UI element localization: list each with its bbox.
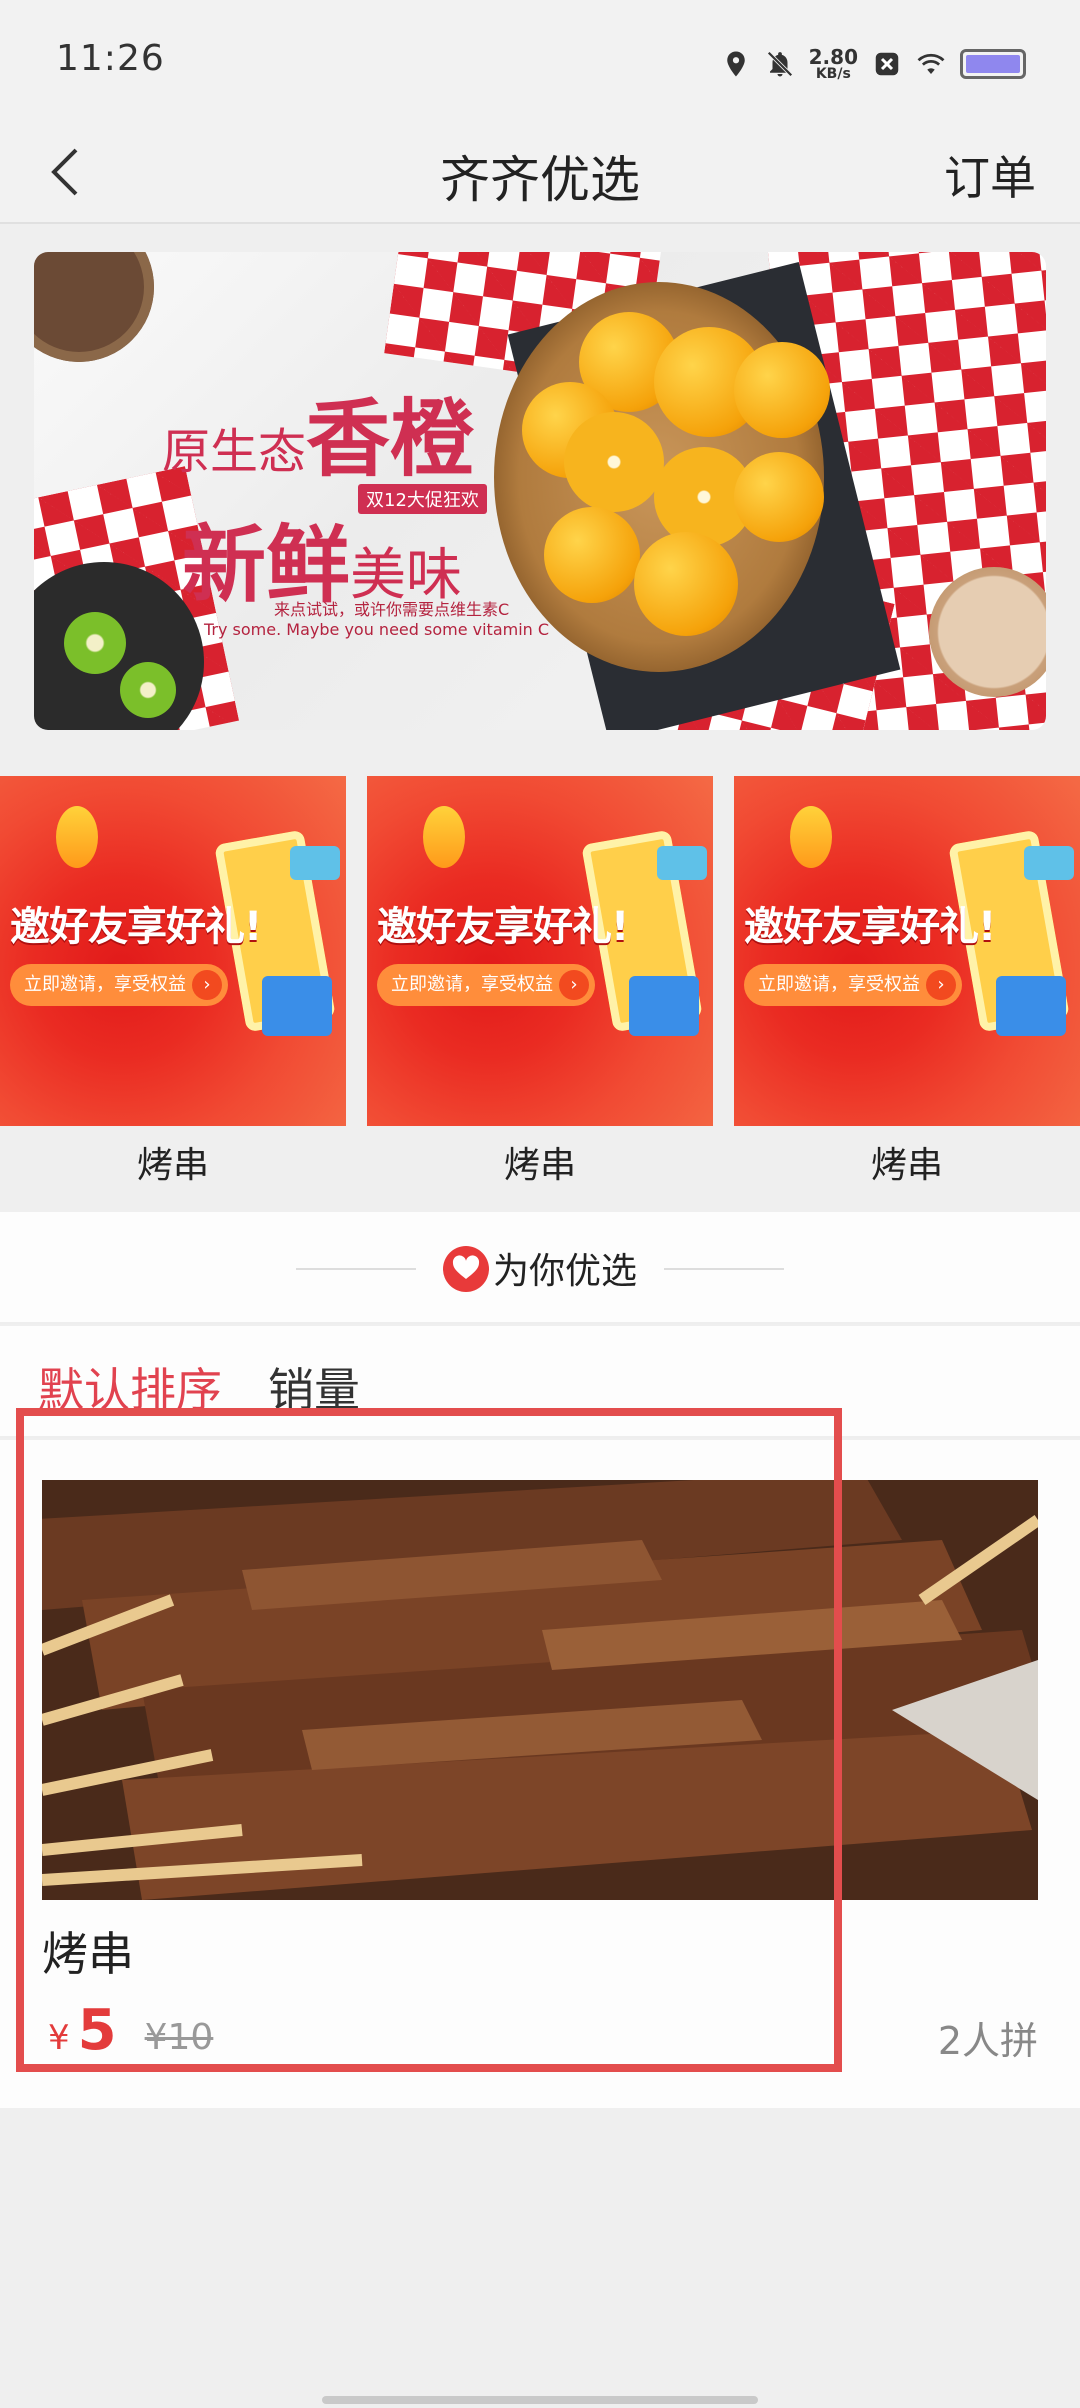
promo-headline: 邀好友享好礼!	[744, 904, 996, 950]
sort-tabs: 默认排序 销量	[0, 1326, 1080, 1438]
section-divider-right	[664, 1268, 784, 1270]
promo-speech-bubble	[657, 846, 707, 880]
banner-headline-1: 原生态香橙	[162, 372, 474, 493]
banner-orange-3	[734, 342, 830, 438]
status-icons: 2.80 KB/s	[721, 40, 1026, 88]
original-price: ¥10	[144, 2017, 214, 2058]
promo-image: 邀好友享好礼! 立即邀请，享受权益 ›	[367, 776, 713, 1126]
status-bar: 11:26 2.80 KB/s	[0, 0, 1080, 120]
promo-balloon	[56, 806, 98, 868]
banner-orange-5	[734, 452, 824, 542]
home-indicator[interactable]	[322, 2396, 758, 2404]
promo-image: 邀好友享好礼! 立即邀请，享受权益 ›	[734, 776, 1080, 1126]
promo-row: 邀好友享好礼! 立即邀请，享受权益 › 烤串 邀好友享好礼! 立即邀请，享受权益…	[0, 776, 1080, 1212]
promo-card-3[interactable]: 邀好友享好礼! 立即邀请，享受权益 › 烤串	[734, 776, 1080, 1196]
promo-pill: 立即邀请，享受权益 ›	[10, 964, 228, 1006]
tab-default-sort[interactable]: 默认排序	[38, 1354, 222, 1420]
promo-cart-illustration	[629, 976, 699, 1036]
section-title: 为你优选	[0, 1242, 1080, 1296]
banner-mushroom-plate	[34, 252, 154, 362]
location-icon	[726, 51, 745, 77]
hero-banner[interactable]: 原生态香橙 双12大促狂欢 新鲜美味 来点试试，或许你需要点维生素C Try s…	[34, 252, 1046, 730]
page-title: 齐齐优选	[440, 151, 640, 209]
net-speed-unit: KB/s	[815, 66, 851, 82]
promo-pill-text: 立即邀请，享受权益	[24, 974, 186, 995]
banner-subtitle-en: Try some. Maybe you need some vitamin C	[204, 620, 550, 639]
banner-orange-half-1	[564, 412, 664, 512]
chevron-right-icon: ›	[192, 970, 222, 1000]
promo-headline: 邀好友享好礼!	[10, 904, 262, 950]
net-speed: 2.80 KB/s	[809, 47, 858, 81]
promo-label: 烤串	[136, 1145, 209, 1186]
promo-pill: 立即邀请，享受权益 ›	[744, 964, 962, 1006]
price-row: ¥ 5 ¥10	[48, 1998, 213, 2063]
section-header: 为你优选	[0, 1212, 1080, 1324]
promo-balloon	[790, 806, 832, 868]
orders-link[interactable]: 订单	[944, 142, 1036, 208]
promo-image: 邀好友享好礼! 立即邀请，享受权益 ›	[0, 776, 346, 1126]
app-header: 齐齐优选 订单	[0, 120, 1080, 224]
promo-card-2[interactable]: 邀好友享好礼! 立即邀请，享受权益 › 烤串	[367, 776, 713, 1196]
status-time: 11:26	[56, 38, 165, 79]
wifi-icon	[917, 53, 945, 74]
banner-kiwi-slice	[64, 612, 126, 674]
price-currency: ¥	[48, 2018, 70, 2058]
chevron-right-icon: ›	[926, 970, 956, 1000]
banner-orange-7	[634, 532, 738, 636]
promo-balloon	[423, 806, 465, 868]
heart-icon	[442, 1246, 489, 1292]
promo-pill-text: 立即邀请，享受权益	[758, 974, 920, 995]
promo-speech-bubble	[1024, 846, 1074, 880]
promo-headline: 邀好友享好礼!	[377, 904, 629, 950]
promo-card-1[interactable]: 邀好友享好礼! 立即邀请，享受权益 › 烤串	[0, 776, 346, 1196]
banner-line1-small: 原生态	[162, 424, 307, 480]
banner-subtitle-cn: 来点试试，或许你需要点维生素C	[274, 600, 510, 619]
mute-icon	[767, 51, 793, 77]
promo-pill: 立即邀请，享受权益 ›	[377, 964, 595, 1006]
section-title-text: 为你优选	[492, 1251, 637, 1292]
chevron-right-icon: ›	[559, 970, 589, 1000]
battery-icon	[960, 49, 1026, 79]
promo-speech-bubble	[290, 846, 340, 880]
skewers-illustration	[42, 1480, 1038, 1900]
group-count: 2人拼	[937, 2019, 1038, 2063]
close-badge-icon	[875, 52, 899, 76]
promo-cart-illustration	[996, 976, 1066, 1036]
price-value: 5	[77, 1998, 117, 2063]
promo-pill-text: 立即邀请，享受权益	[391, 974, 553, 995]
banner-line1-big: 香橙	[306, 390, 475, 488]
battery-level	[966, 55, 1020, 73]
product-name: 烤串	[42, 1927, 134, 1981]
net-speed-value: 2.80	[808, 45, 858, 69]
promo-label: 烤串	[870, 1145, 943, 1186]
promo-cart-illustration	[262, 976, 332, 1036]
banner-kiwi-slice-2	[120, 662, 176, 718]
product-card[interactable]: 烤串 ¥ 5 ¥10 2人拼	[0, 1440, 1080, 2108]
promo-label: 烤串	[503, 1145, 576, 1186]
banner-orange-6	[544, 507, 640, 603]
tab-sales[interactable]: 销量	[268, 1354, 360, 1420]
product-image	[42, 1480, 1038, 1900]
